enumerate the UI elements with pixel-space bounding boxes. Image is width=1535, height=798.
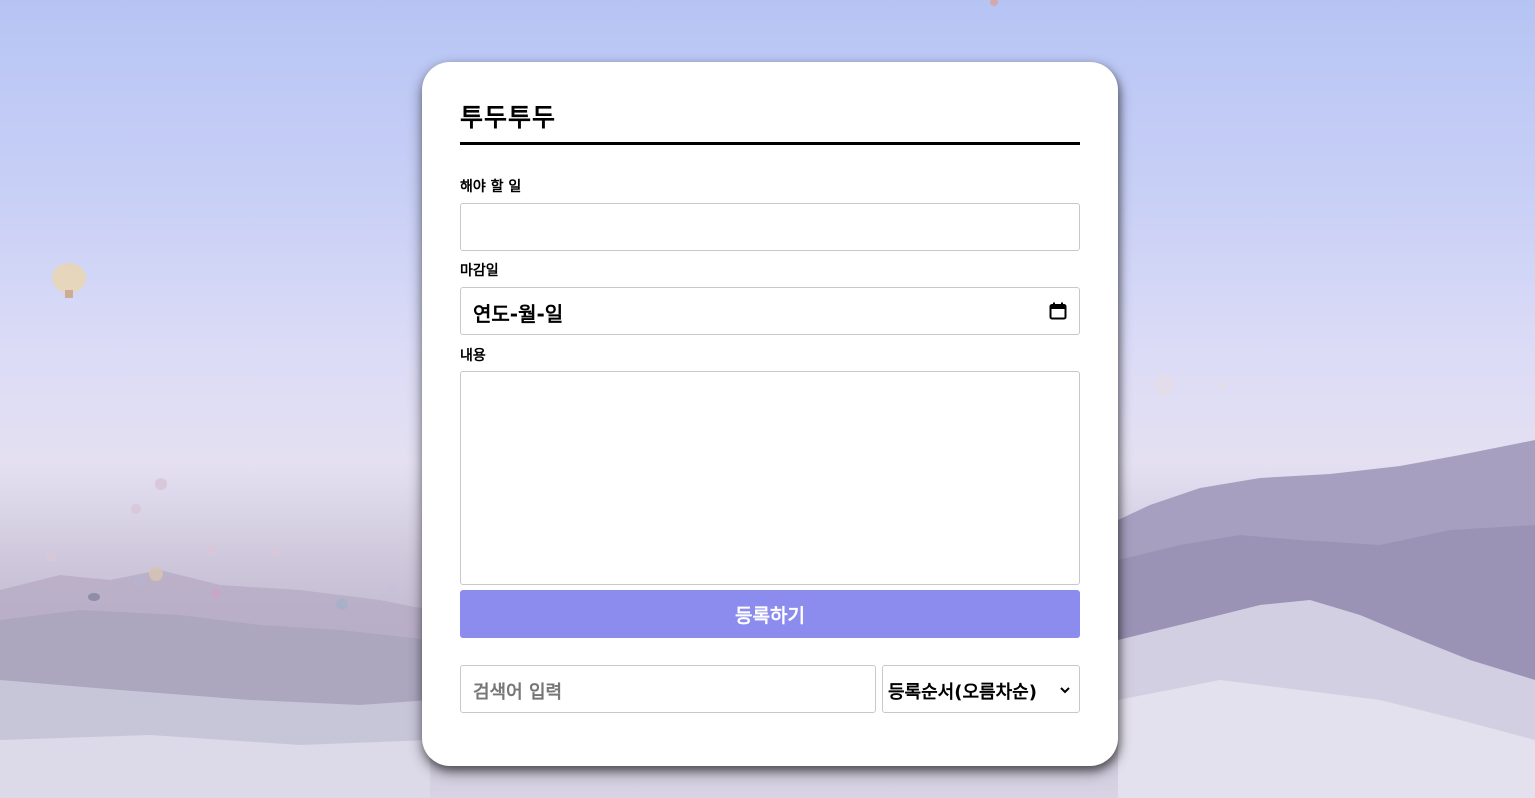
search-placeholder: 검색어 입력 (473, 682, 563, 703)
todo-label: 해야 할 일 (460, 179, 522, 195)
title-divider (460, 142, 1080, 145)
todo-card: 투두투두 해야 할 일 마감일 연도-월-일 내용 등록하기 검색어 입력 등록… (422, 62, 1118, 766)
sort-selected-value: 등록순서(오름차순) (888, 682, 1037, 703)
deadline-label: 마감일 (460, 263, 499, 279)
deadline-placeholder: 연도-월-일 (473, 302, 564, 326)
sort-select[interactable]: 등록순서(오름차순) (882, 665, 1080, 713)
calendar-icon[interactable] (1049, 302, 1067, 320)
page-title: 투두투두 (460, 103, 557, 132)
search-input[interactable]: 검색어 입력 (460, 665, 876, 713)
todo-input[interactable] (460, 203, 1080, 251)
submit-button[interactable]: 등록하기 (460, 590, 1080, 638)
deadline-date-input[interactable]: 연도-월-일 (460, 287, 1080, 335)
chevron-down-icon (1060, 687, 1070, 694)
content-label: 내용 (460, 348, 486, 364)
content-textarea[interactable] (460, 371, 1080, 585)
